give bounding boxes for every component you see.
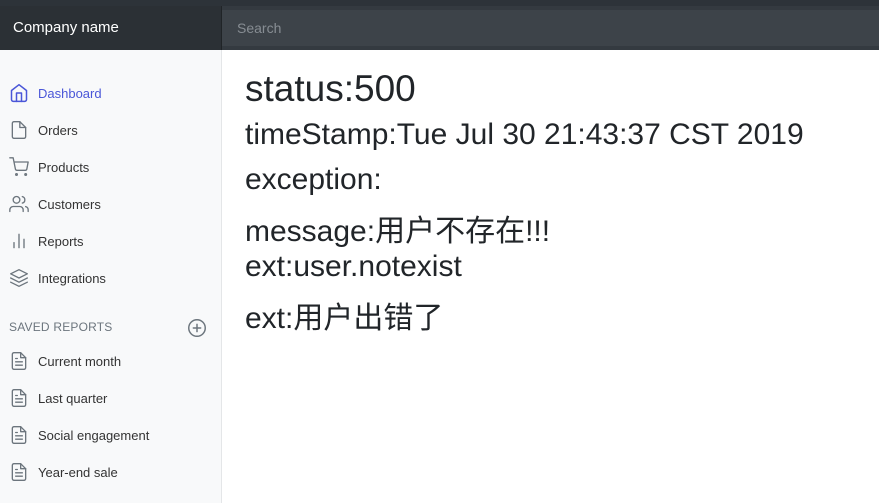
file-text-icon xyxy=(9,388,29,408)
ext-code-text: ext:user.notexist xyxy=(245,250,462,283)
sidebar-item-products[interactable]: Products xyxy=(0,150,221,184)
add-report-button[interactable] xyxy=(186,317,208,339)
sidebar-item-label: Dashboard xyxy=(38,85,102,101)
file-text-icon xyxy=(9,462,29,482)
ext-message-text: ext:用户出错了 xyxy=(245,302,444,335)
brand-name[interactable]: Company name xyxy=(0,6,222,50)
main-content: status:500 timeStamp:Tue Jul 30 21:43:37… xyxy=(222,50,879,503)
timestamp-text: timeStamp:Tue Jul 30 21:43:37 CST 2019 xyxy=(245,118,804,151)
saved-report-label: Last quarter xyxy=(38,390,108,406)
sidebar-item-dashboard[interactable]: Dashboard xyxy=(0,76,221,110)
sidebar-item-customers[interactable]: Customers xyxy=(0,187,221,221)
sidebar-item-label: Integrations xyxy=(38,270,106,286)
saved-report-label: Current month xyxy=(38,353,122,369)
saved-report-label: Social engagement xyxy=(38,427,150,443)
sidebar-item-label: Reports xyxy=(38,233,84,249)
file-icon xyxy=(9,120,29,140)
saved-report-social-engagement[interactable]: Social engagement xyxy=(0,418,221,452)
saved-report-last-quarter[interactable]: Last quarter xyxy=(0,381,221,415)
users-icon xyxy=(9,194,29,214)
sidebar-item-label: Orders xyxy=(38,122,78,138)
plus-circle-icon xyxy=(186,319,208,343)
sidebar-item-integrations[interactable]: Integrations xyxy=(0,261,221,295)
saved-report-year-end-sale[interactable]: Year-end sale xyxy=(0,455,221,489)
sidebar-item-label: Products xyxy=(38,159,90,175)
exception-text: exception: xyxy=(245,163,382,196)
saved-report-label: Year-end sale xyxy=(38,464,118,480)
status-text: status:500 xyxy=(245,68,416,109)
top-navbar: Company name xyxy=(0,0,879,50)
sidebar-item-orders[interactable]: Orders xyxy=(0,113,221,147)
search-input[interactable] xyxy=(222,10,879,46)
home-icon xyxy=(9,83,29,103)
layers-icon xyxy=(9,268,29,288)
saved-report-current-month[interactable]: Current month xyxy=(0,344,221,378)
file-text-icon xyxy=(9,351,29,371)
saved-reports-heading: SAVED REPORTS xyxy=(9,320,113,334)
sidebar: Dashboard Orders Products Customers Repo… xyxy=(0,50,222,503)
shopping-cart-icon xyxy=(9,157,29,177)
sidebar-item-reports[interactable]: Reports xyxy=(0,224,221,258)
message-text: message:用户不存在!!! xyxy=(245,215,551,248)
sidebar-item-label: Customers xyxy=(38,196,101,212)
bar-chart-icon xyxy=(9,231,29,251)
file-text-icon xyxy=(9,425,29,445)
